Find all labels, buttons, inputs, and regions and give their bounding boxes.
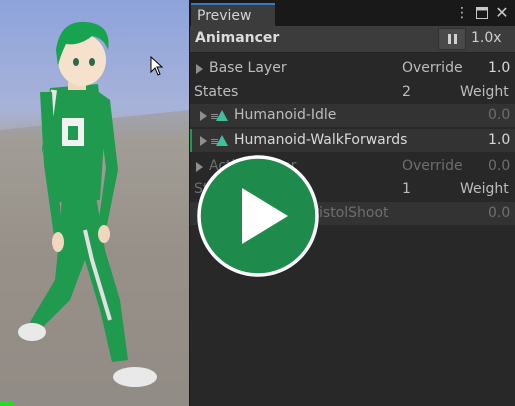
tab-preview[interactable]: Preview bbox=[191, 3, 275, 26]
state-weight[interactable]: 1.0 bbox=[488, 132, 510, 148]
foldout-arrow-icon[interactable] bbox=[200, 136, 207, 146]
state-weight[interactable]: 0.0 bbox=[488, 107, 510, 123]
foldout-arrow-icon[interactable] bbox=[196, 64, 203, 74]
layer-weight[interactable]: 1.0 bbox=[488, 60, 510, 76]
close-icon[interactable]: ✕ bbox=[494, 5, 510, 21]
weight-label: Weight bbox=[460, 84, 509, 100]
toolbar: Animancer 1.0x bbox=[190, 26, 515, 53]
layer-mode: Override bbox=[402, 158, 463, 174]
weight-label: Weight bbox=[460, 181, 509, 197]
pause-icon bbox=[448, 34, 451, 44]
state-name: Humanoid-WalkForwards bbox=[234, 132, 408, 148]
tab-bar: Preview ⋮ ✕ bbox=[190, 0, 515, 26]
maximize-icon[interactable] bbox=[474, 5, 490, 21]
state-row[interactable]: ≡ Humanoid-WalkForwards 1.0 bbox=[190, 129, 515, 152]
state-count: 2 bbox=[402, 84, 411, 100]
play-icon bbox=[197, 155, 319, 277]
layer-header-base[interactable]: Base Layer Override 1.0 bbox=[190, 57, 515, 81]
play-button[interactable] bbox=[196, 154, 320, 278]
humanoid-state-icon bbox=[216, 135, 228, 146]
layer-name: Base Layer bbox=[209, 60, 287, 76]
kebab-menu-icon[interactable]: ⋮ bbox=[454, 5, 470, 21]
foldout-arrow-icon[interactable] bbox=[200, 111, 207, 121]
layer-states-summary: States 2 Weight bbox=[190, 81, 515, 105]
speed-field[interactable]: 1.0x bbox=[471, 30, 502, 46]
humanoid-state-icon bbox=[216, 110, 228, 121]
states-label: States bbox=[194, 84, 239, 100]
state-name: Humanoid-Idle bbox=[234, 107, 337, 123]
pause-button[interactable] bbox=[438, 28, 466, 50]
scene-viewport[interactable] bbox=[0, 0, 189, 406]
tab-label: Preview bbox=[197, 8, 252, 24]
state-row[interactable]: ≡ Humanoid-Idle 0.0 bbox=[190, 104, 515, 127]
status-indicator bbox=[0, 401, 14, 406]
layer-weight[interactable]: 0.0 bbox=[488, 158, 510, 174]
state-weight[interactable]: 0.0 bbox=[488, 205, 510, 221]
page-title: Animancer bbox=[195, 30, 280, 46]
layer-mode: Override bbox=[402, 60, 463, 76]
state-count: 1 bbox=[402, 181, 411, 197]
